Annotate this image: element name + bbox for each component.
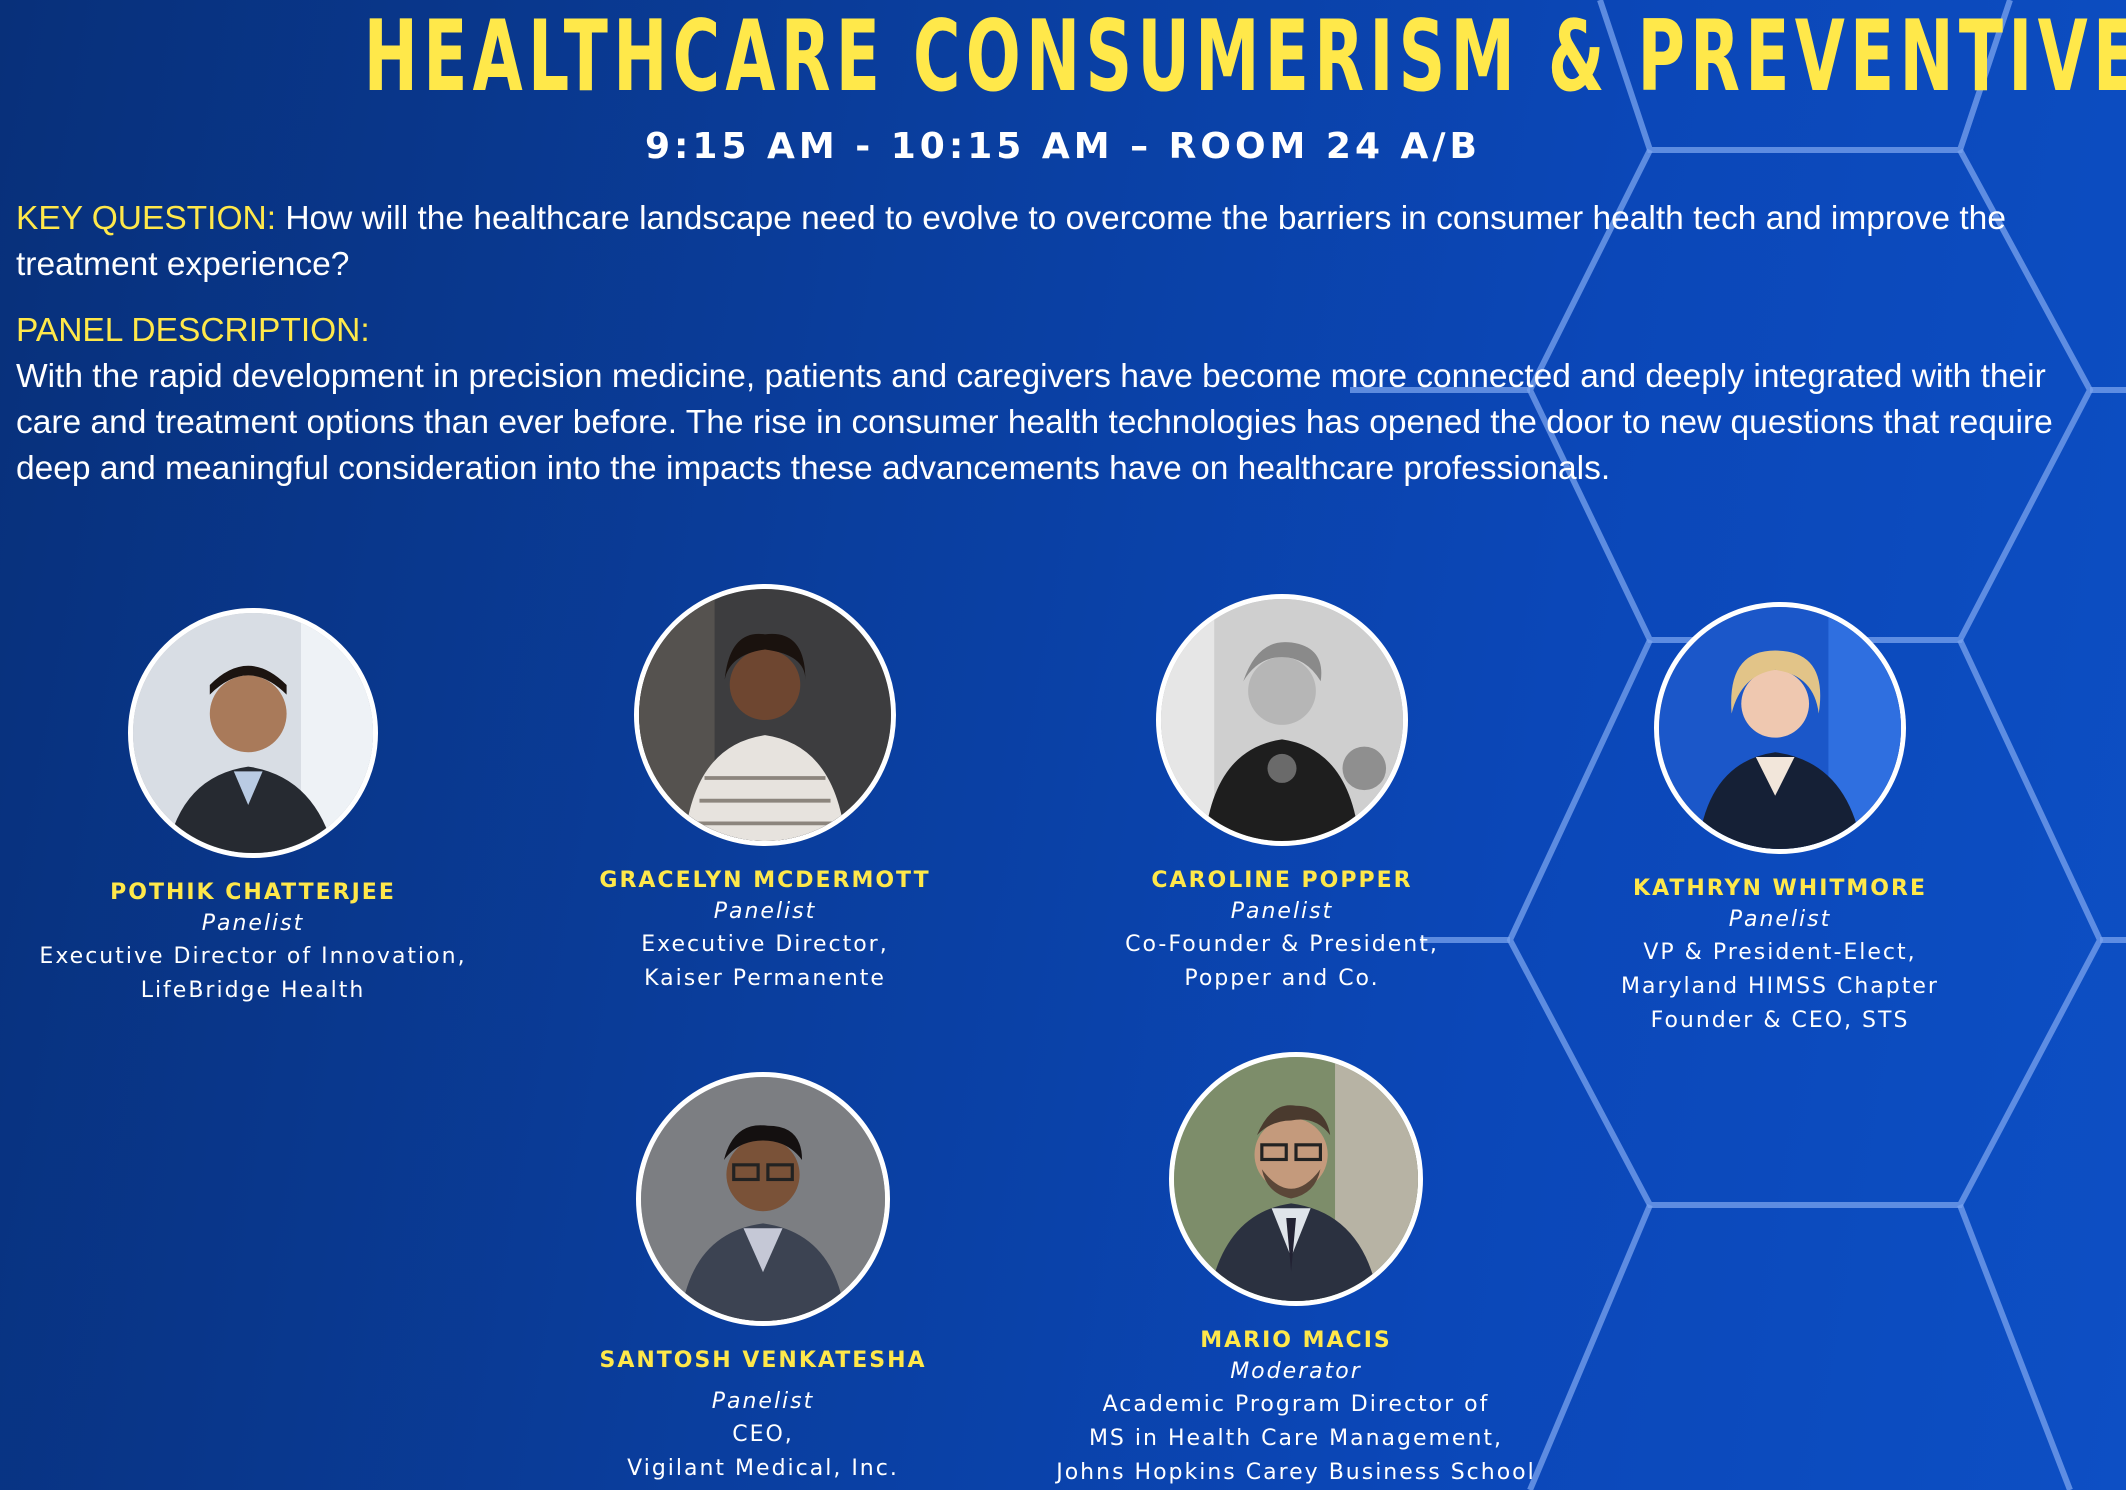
speaker-affiliation-line: Kaiser Permanente [644,966,886,991]
speaker-card-santosh: SANTOSH VENKATESHA Panelist CEO, Vigilan… [503,1072,1023,1486]
speaker-name: KATHRYN WHITMORE [1633,876,1927,901]
speaker-card-mario: MARIO MACIS Moderator Academic Program D… [1036,1052,1556,1490]
speaker-name: CAROLINE POPPER [1151,868,1413,893]
speaker-affiliation-line: Johns Hopkins Carey Business School [1056,1460,1536,1485]
portrait-placeholder-icon [133,613,373,853]
speaker-role: Panelist [1230,899,1334,924]
speaker-affiliation-line: Popper and Co. [1184,966,1380,991]
portrait-placeholder-icon [639,589,891,841]
panel-description-label: PANEL DESCRIPTION: [16,312,370,349]
speaker-photo [128,608,378,858]
speaker-card-kathryn: KATHRYN WHITMORE Panelist VP & President… [1520,602,2040,1038]
speaker-role: Moderator [1230,1359,1362,1384]
speaker-photo [1654,602,1906,854]
portrait-placeholder-icon [641,1077,885,1321]
speaker-affiliation-line: Executive Director of Innovation, [39,944,467,969]
session-time-room: 9:15 AM - 10:15 AM – ROOM 24 A/B [644,126,1481,167]
speaker-affiliation-line: Co-Founder & President, [1125,932,1439,957]
speaker-affiliation-line: LifeBridge Health [140,978,366,1003]
speaker-role: Panelist [201,911,305,936]
panel-description-text: With the rapid development in precision … [16,358,2053,487]
speaker-name: MARIO MACIS [1200,1328,1392,1353]
poster: HEALTHCARE CONSUMERISM & PREVENTIVE CARE… [0,0,2126,1490]
speaker-name: GRACELYN MCDERMOTT [599,868,931,893]
speaker-photo [1169,1052,1423,1306]
speaker-name: SANTOSH VENKATESHA [599,1348,927,1373]
poster-title: HEALTHCARE CONSUMERISM & PREVENTIVE CARE [363,0,2126,114]
key-question-label: KEY QUESTION: [16,200,277,237]
speaker-photo [634,584,896,846]
speaker-affiliation-line: VP & President-Elect, [1643,940,1917,965]
speaker-photo [636,1072,890,1326]
portrait-placeholder-icon [1161,599,1403,841]
speaker-affiliation-line: MS in Health Care Management, [1088,1426,1504,1451]
key-question-text: How will the healthcare landscape need t… [16,200,2006,283]
speaker-card-pothik: POTHIK CHATTERJEE Panelist Executive Dir… [0,608,513,1008]
speaker-role: Panelist [1728,907,1832,932]
speaker-affiliation-line: Founder & CEO, STS [1650,1008,1910,1033]
speaker-affiliation-line: Maryland HIMSS Chapter [1621,974,1939,999]
speaker-affiliation-line: Executive Director, [641,932,889,957]
key-question: KEY QUESTION: How will the healthcare la… [16,196,2116,288]
portrait-placeholder-icon [1659,607,1901,849]
speaker-card-caroline: CAROLINE POPPER Panelist Co-Founder & Pr… [1022,594,1542,996]
speaker-affiliation-line: CEO, [732,1422,794,1447]
speaker-affiliation-line: Vigilant Medical, Inc. [627,1456,899,1481]
speaker-role: Panelist [711,1389,815,1414]
speaker-name: POTHIK CHATTERJEE [110,880,396,905]
portrait-placeholder-icon [1174,1057,1418,1301]
speaker-role: Panelist [713,899,817,924]
speaker-photo [1156,594,1408,846]
speaker-card-gracelyn: GRACELYN MCDERMOTT Panelist Executive Di… [505,584,1025,996]
speaker-affiliation-line: Academic Program Director of [1102,1392,1490,1417]
